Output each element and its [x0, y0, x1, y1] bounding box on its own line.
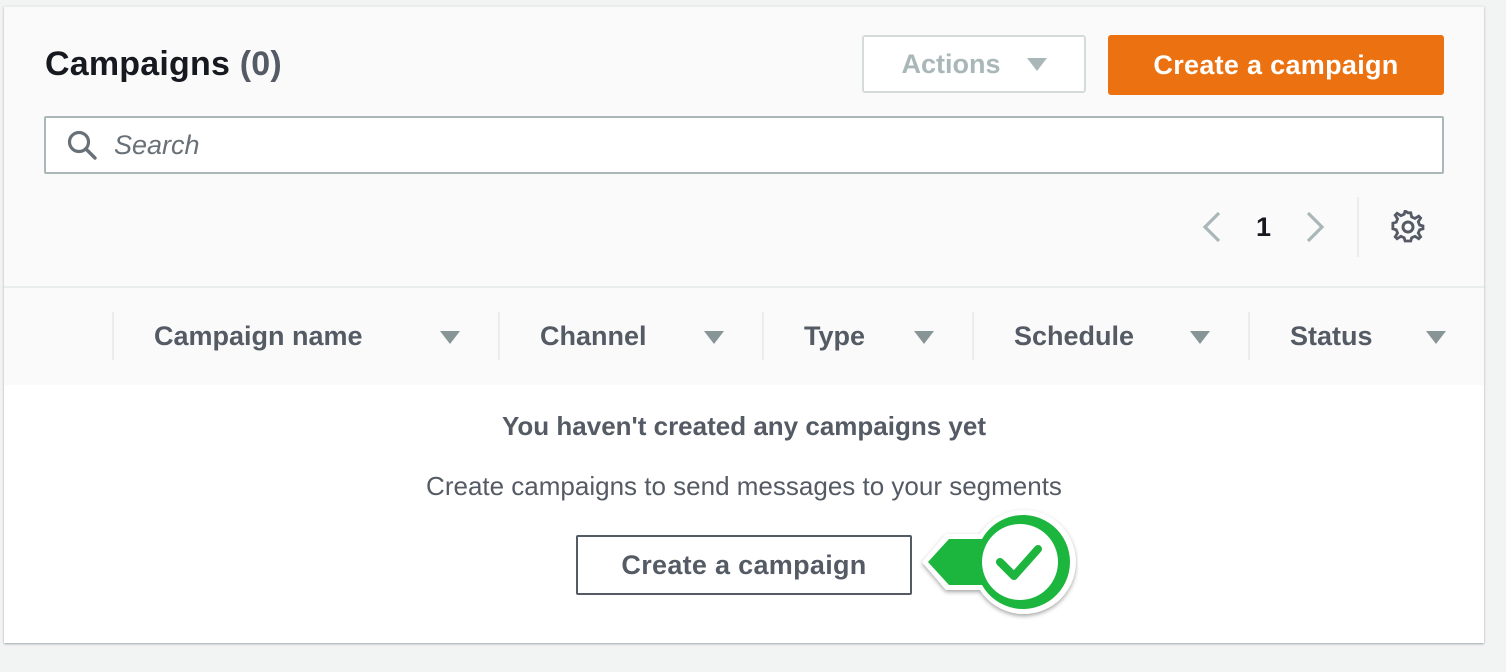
page-title: Campaigns (0): [45, 45, 282, 84]
column-header-campaign-name[interactable]: Campaign name: [154, 288, 363, 385]
create-campaign-label: Create a campaign: [1153, 49, 1399, 80]
actions-dropdown-button[interactable]: Actions: [862, 35, 1086, 93]
search-input[interactable]: [112, 128, 1316, 162]
create-campaign-button[interactable]: Create a campaign: [1108, 35, 1444, 95]
column-label: Campaign name: [154, 321, 363, 351]
previous-page-button[interactable]: [1198, 207, 1226, 247]
column-header-schedule[interactable]: Schedule: [1014, 288, 1134, 385]
column-label: Schedule: [1014, 321, 1135, 351]
panel-header: Campaigns (0) Actions Create a campaign …: [4, 7, 1484, 286]
chevron-left-icon: [1202, 211, 1221, 243]
campaigns-panel: Campaigns (0) Actions Create a campaign …: [4, 6, 1484, 643]
column-separator: [1248, 312, 1250, 360]
sort-caret-icon[interactable]: [1190, 331, 1210, 344]
column-separator: [972, 312, 974, 360]
gear-icon: [1391, 210, 1425, 243]
checkmark-icon: [922, 510, 1076, 614]
title-text: Campaigns: [45, 45, 231, 83]
sort-caret-icon[interactable]: [704, 331, 724, 344]
column-header-status[interactable]: Status: [1290, 288, 1373, 385]
next-page-button[interactable]: [1301, 207, 1329, 247]
title-count: (0): [239, 45, 282, 83]
empty-state-create-campaign-button[interactable]: Create a campaign: [576, 535, 912, 595]
chevron-right-icon: [1306, 211, 1325, 243]
column-header-channel[interactable]: Channel: [540, 288, 647, 385]
pagination-divider: [1357, 197, 1360, 257]
sort-caret-icon[interactable]: [914, 331, 934, 344]
search-icon: [67, 130, 97, 160]
column-label: Type: [804, 321, 866, 351]
current-page-number[interactable]: 1: [1256, 212, 1271, 243]
pagination: 1: [1198, 197, 1425, 257]
empty-state-button-label: Create a campaign: [621, 549, 867, 580]
table-body-empty-state: You haven't created any campaigns yet Cr…: [4, 385, 1484, 643]
column-separator: [498, 312, 500, 360]
empty-state-subtitle: Create campaigns to send messages to you…: [426, 471, 1062, 501]
sort-caret-icon[interactable]: [440, 331, 460, 344]
column-separator: [762, 312, 764, 360]
column-header-type[interactable]: Type: [804, 288, 865, 385]
column-label: Channel: [540, 321, 647, 351]
column-separator: [112, 312, 114, 360]
column-label: Status: [1290, 321, 1373, 351]
sort-caret-icon[interactable]: [1426, 331, 1446, 344]
chevron-down-icon: [1026, 57, 1047, 71]
actions-label: Actions: [901, 48, 1001, 79]
preferences-button[interactable]: [1391, 210, 1425, 244]
empty-state-title: You haven't created any campaigns yet: [502, 411, 986, 441]
search-field[interactable]: [44, 116, 1444, 174]
table-header: Campaign name Channel Type Schedule Stat…: [4, 286, 1484, 387]
